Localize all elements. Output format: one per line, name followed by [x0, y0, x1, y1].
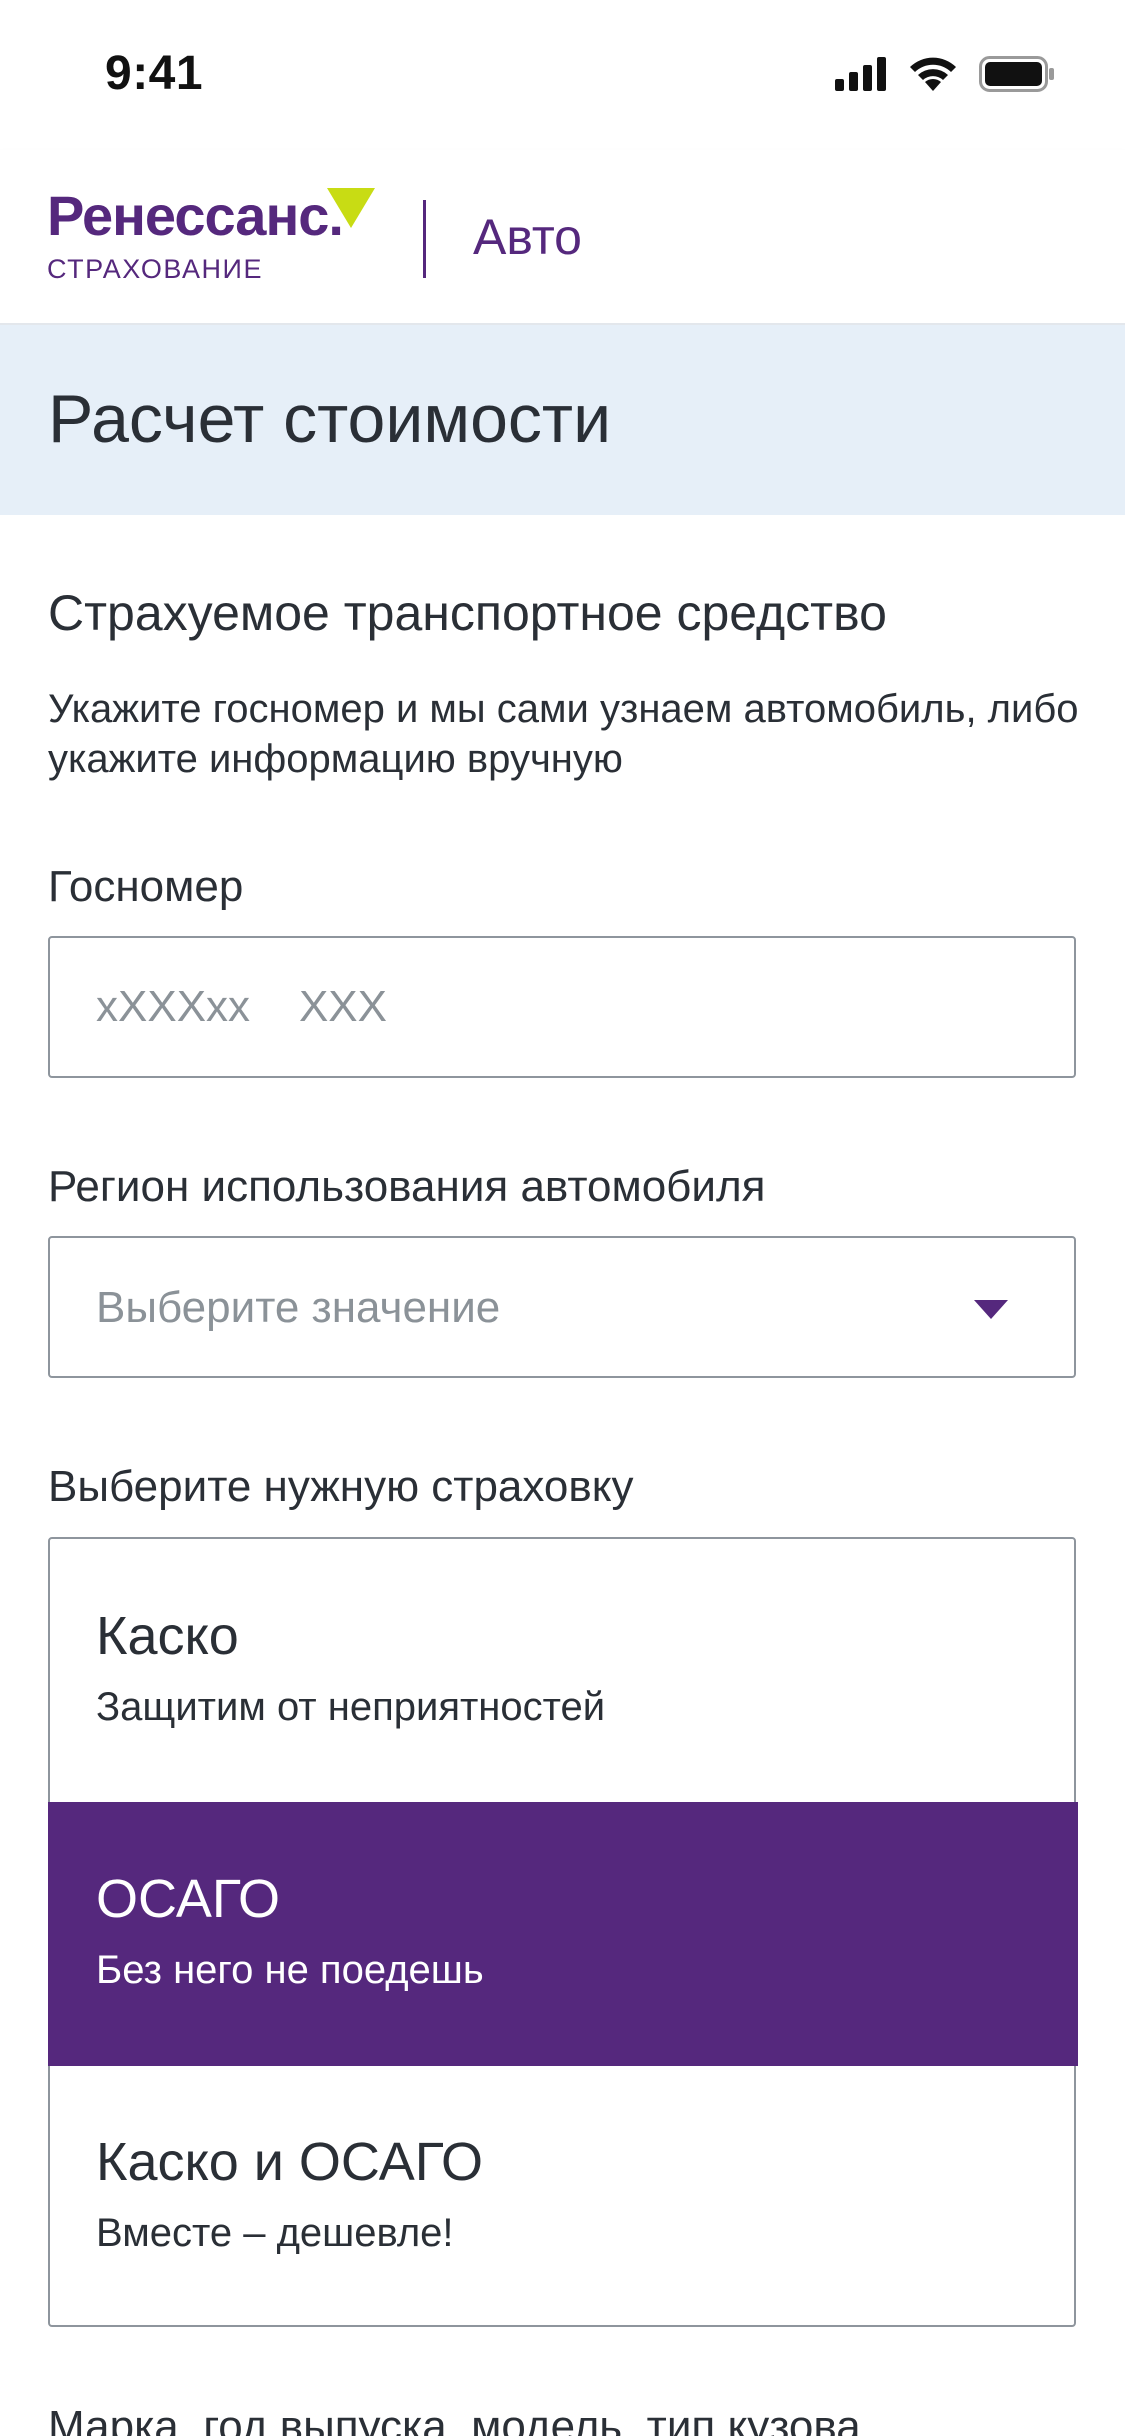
status-icons [835, 56, 1055, 97]
logo-triangle-icon [327, 188, 375, 228]
insurance-label: Выберите нужную страховку [48, 1462, 634, 1511]
cellular-signal-icon [835, 57, 887, 96]
plate-input[interactable] [50, 938, 1074, 1076]
logo-subtitle: СТРАХОВАНИЕ [47, 254, 263, 284]
region-label: Регион использования автомобиля [48, 1162, 766, 1211]
chevron-down-icon [974, 1300, 1008, 1319]
header-section-title: Авто [473, 209, 582, 265]
logo-wordmark: Ренессанс. [47, 184, 344, 247]
vehicle-details-section-title: Марка, год выпуска, модель, тип кузова [48, 2402, 861, 2436]
page-title: Расчет стоимости [48, 381, 612, 457]
region-select[interactable]: Выберите значение [48, 1236, 1076, 1378]
insurance-option-kasko[interactable]: Каско Защитим от неприятностей [48, 1539, 1078, 1803]
plate-label: Госномер [48, 862, 244, 911]
battery-icon [979, 56, 1055, 97]
option-title: Каско и ОСАГО [96, 2132, 483, 2192]
insurance-option-kasko-osago[interactable]: Каско и ОСАГО Вместе – дешевле! [48, 2065, 1078, 2329]
status-time: 9:41 [105, 47, 204, 100]
status-bar: 9:41 [0, 0, 1125, 150]
wifi-icon [909, 57, 957, 96]
insurance-options: Каско Защитим от неприятностей ОСАГО Без… [48, 1537, 1078, 2329]
option-subtitle: Вместе – дешевле! [96, 2211, 454, 2255]
app-header: Ренессанс. СТРАХОВАНИЕ Авто [0, 150, 1125, 325]
option-subtitle: Защитим от неприятностей [96, 1685, 606, 1729]
option-title: ОСАГО [96, 1869, 281, 1929]
plate-field[interactable] [48, 936, 1076, 1078]
region-select-placeholder: Выберите значение [96, 1283, 501, 1332]
vehicle-section-description: Укажите госномер и мы сами узнаем автомо… [48, 687, 1079, 781]
vehicle-section-title: Страхуемое транспортное средство [48, 585, 887, 641]
brand-logo[interactable]: Ренессанс. СТРАХОВАНИЕ [47, 188, 387, 288]
option-title: Каско [96, 1606, 239, 1666]
option-subtitle: Без него не поедешь [96, 1948, 484, 1992]
title-band: Расчет стоимости [0, 325, 1125, 515]
insurance-option-osago[interactable]: ОСАГО Без него не поедешь [48, 1802, 1078, 2066]
header-divider [423, 200, 426, 278]
